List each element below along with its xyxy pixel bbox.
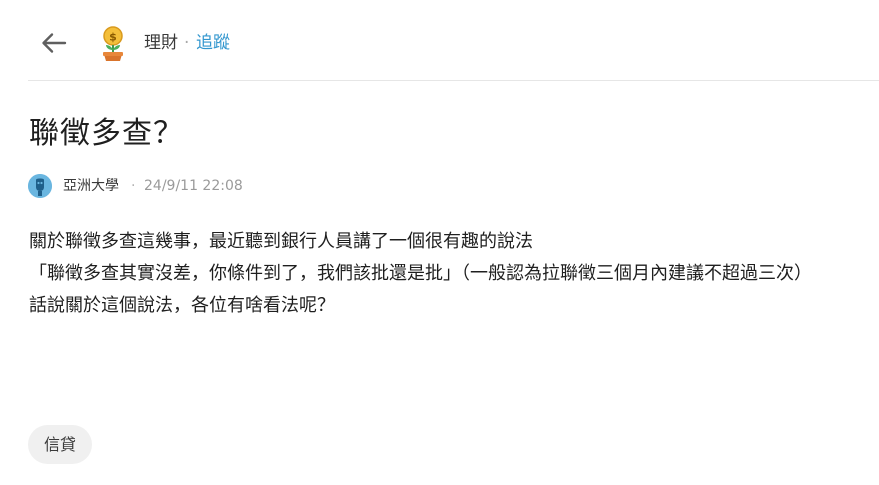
header-separator: ·: [184, 33, 190, 53]
post-title: 聯徵多查？: [29, 116, 184, 151]
top-bar: $ 理財 · 追蹤: [0, 0, 879, 81]
back-button[interactable]: [38, 28, 70, 58]
post-body: 關於聯徵多查這幾事，最近聽到銀行人員講了一個很有趣的說法 「聯徵多查其實沒差，你…: [29, 226, 874, 322]
author-name[interactable]: 亞洲大學: [63, 176, 119, 196]
tag-chip[interactable]: 信貸: [28, 425, 93, 464]
post-timestamp: 24/9/11 22:08: [144, 178, 243, 194]
post-body-line: 話說關於這個說法，各位有啥看法呢？: [29, 295, 335, 316]
user-avatar-icon: [28, 174, 52, 198]
meta-separator: ·: [131, 178, 136, 194]
svg-text:$: $: [109, 31, 117, 44]
money-plant-icon: $: [103, 26, 123, 61]
post-body-line: 關於聯徵多查這幾事，最近聽到銀行人員講了一個很有趣的說法: [29, 231, 533, 252]
post-body-line: 「聯徵多查其實沒差，你條件到了，我們該批還是批」（一般認為拉聯徵三個月內建議不超…: [29, 263, 812, 284]
arrow-left-icon: [42, 33, 67, 53]
author-avatar[interactable]: [28, 174, 52, 198]
follow-button[interactable]: 追蹤: [196, 32, 230, 54]
header-divider: [28, 80, 879, 81]
forum-name[interactable]: 理財: [144, 32, 178, 54]
forum-logo[interactable]: $: [98, 26, 128, 62]
